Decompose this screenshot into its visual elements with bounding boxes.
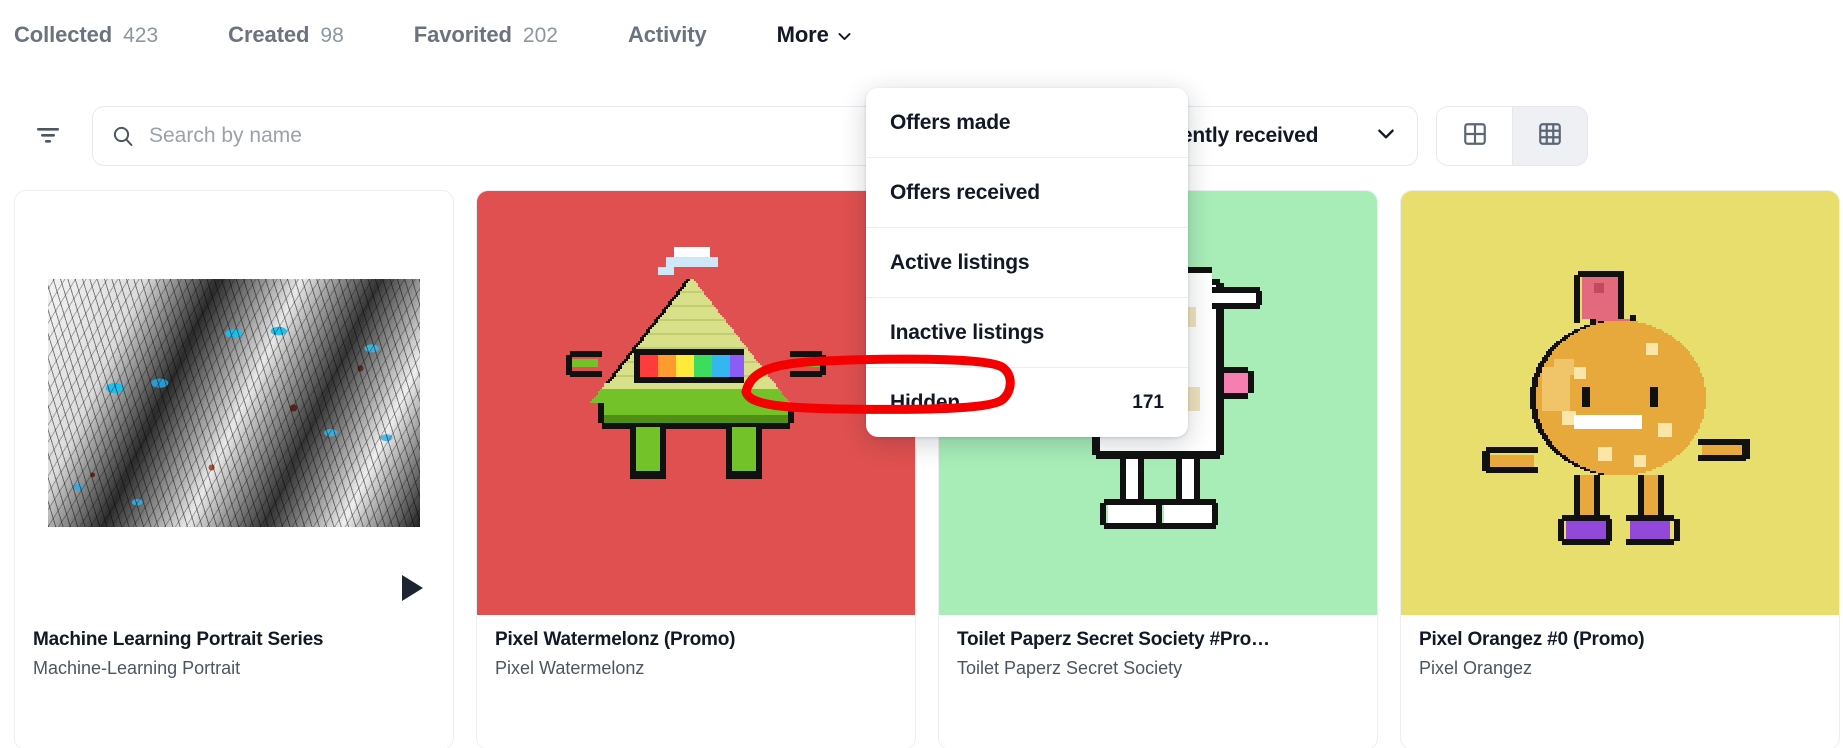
nft-card[interactable]: Pixel Orangez #0 (Promo) Pixel Orangez <box>1400 190 1840 748</box>
dropdown-item-label: Active listings <box>890 250 1030 274</box>
tab-activity-label: Activity <box>627 22 707 47</box>
grid-3x3-icon <box>1537 121 1563 152</box>
tab-collected-label: Collected <box>14 22 113 47</box>
tab-more[interactable]: More <box>777 22 853 48</box>
nft-card-collection: Toilet Paperz Secret Society <box>957 658 1183 678</box>
chevron-down-icon <box>1375 123 1397 150</box>
tab-favorited-count: 202 <box>522 24 558 47</box>
chevron-down-icon <box>836 28 853 45</box>
nft-card-body: Toilet Paperz Secret Society #Pro… Toile… <box>939 615 1377 679</box>
pixel-orange-art <box>1450 203 1790 603</box>
nft-card-media[interactable] <box>1401 191 1839 615</box>
pixel-watermelon-art <box>526 203 866 603</box>
nft-card-title: Machine Learning Portrait Series <box>33 629 324 650</box>
portrait-collage-art <box>15 191 453 615</box>
dropdown-item-offers-made[interactable]: Offers made <box>866 88 1188 157</box>
nft-card-title: Pixel Watermelonz (Promo) <box>495 629 736 650</box>
nft-card-title: Pixel Orangez #0 (Promo) <box>1419 629 1645 650</box>
nft-card-title: Toilet Paperz Secret Society #Pro… <box>957 629 1270 650</box>
dropdown-item-inactive-listings[interactable]: Inactive listings <box>866 298 1188 367</box>
nft-card-media[interactable] <box>477 191 915 615</box>
nft-card[interactable]: Pixel Watermelonz (Promo) Pixel Watermel… <box>476 190 916 748</box>
grid-2x2-icon <box>1462 121 1488 152</box>
tab-created[interactable]: Created 98 <box>228 22 344 48</box>
dropdown-item-offers-received[interactable]: Offers received <box>866 158 1188 227</box>
dropdown-item-count: 171 <box>1132 391 1164 413</box>
dropdown-item-label: Inactive listings <box>890 320 1045 344</box>
profile-tabs: Collected 423 Created 98 Favorited 202 A… <box>0 0 1843 70</box>
tab-created-count: 98 <box>320 24 344 47</box>
grid-large-view-button[interactable] <box>1437 107 1512 165</box>
tab-created-label: Created <box>228 22 310 47</box>
tab-favorited-label: Favorited <box>413 22 512 47</box>
dropdown-item-label: Offers made <box>890 110 1011 134</box>
view-mode-group <box>1436 106 1588 166</box>
nft-card-body: Pixel Watermelonz (Promo) Pixel Watermel… <box>477 615 915 679</box>
dropdown-item-label: Offers received <box>890 180 1040 204</box>
nft-card-collection: Pixel Watermelonz <box>495 658 645 678</box>
tab-collected-count: 423 <box>123 24 159 47</box>
dropdown-item-hidden[interactable]: Hidden 171 <box>866 368 1188 437</box>
tab-more-label: More <box>776 22 829 47</box>
filter-toggle-button[interactable] <box>22 113 74 159</box>
tab-collected[interactable]: Collected 423 <box>14 22 158 48</box>
nft-card-collection: Machine-Learning Portrait <box>33 658 241 678</box>
dropdown-item-active-listings[interactable]: Active listings <box>866 228 1188 297</box>
tab-favorited[interactable]: Favorited 202 <box>414 22 558 48</box>
nft-card-collection: Pixel Orangez <box>1419 658 1533 678</box>
tab-activity[interactable]: Activity <box>628 22 707 48</box>
nft-card-media[interactable] <box>15 191 453 615</box>
grid-small-view-button[interactable] <box>1512 107 1587 165</box>
play-icon[interactable] <box>402 575 423 601</box>
nft-card-body: Pixel Orangez #0 (Promo) Pixel Orangez <box>1401 615 1839 679</box>
nft-card[interactable]: Machine Learning Portrait Series Machine… <box>14 190 454 748</box>
nft-card-body: Machine Learning Portrait Series Machine… <box>15 615 453 679</box>
filter-icon <box>33 122 63 151</box>
more-dropdown-menu: Offers made Offers received Active listi… <box>866 88 1188 437</box>
profile-page: Collected 423 Created 98 Favorited 202 A… <box>0 0 1843 748</box>
search-icon <box>111 124 135 148</box>
dropdown-item-label: Hidden <box>890 390 960 414</box>
